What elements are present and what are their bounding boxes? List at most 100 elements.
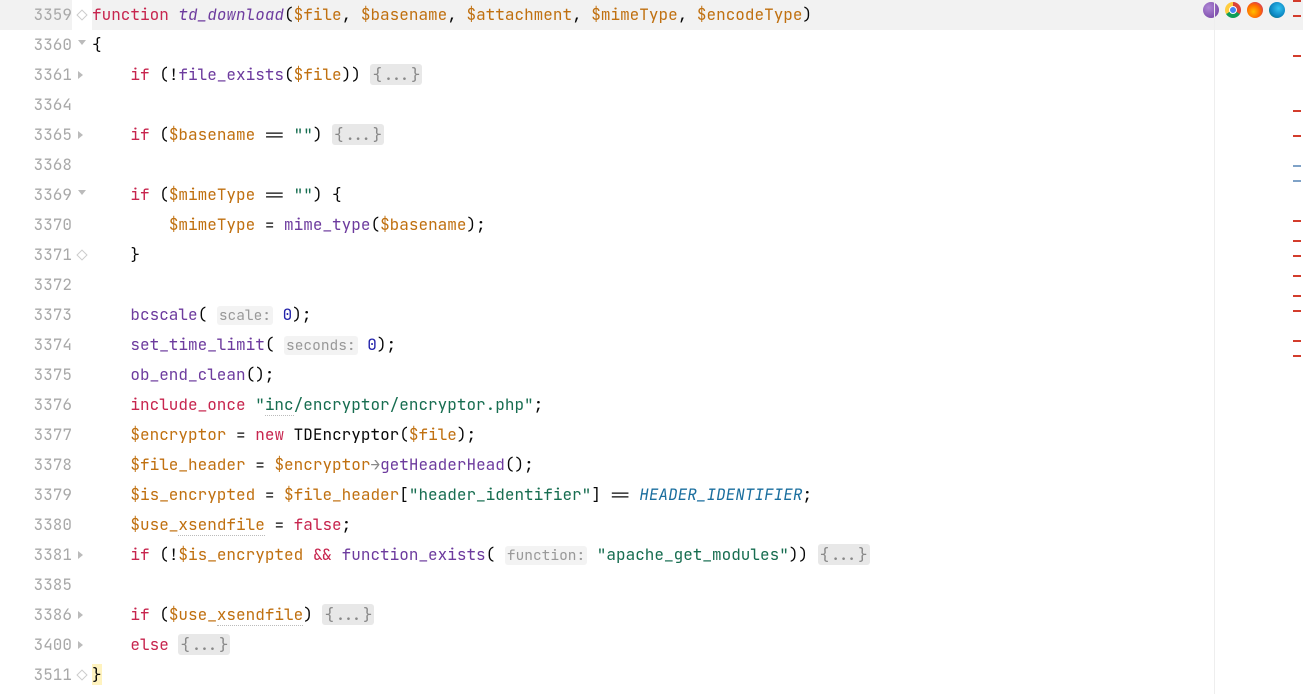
code-line[interactable]: } — [92, 660, 1303, 690]
string-literal: "apache_get_modules" — [597, 544, 789, 565]
fold-arrow-down-icon[interactable] — [78, 190, 86, 195]
stripe-marker[interactable] — [1293, 135, 1301, 137]
stripe-marker[interactable] — [1293, 55, 1301, 57]
code-line[interactable]: function td_download($file, $basename, $… — [92, 0, 1303, 30]
brace-close: } — [92, 664, 102, 685]
line-number: 3372 — [0, 270, 72, 300]
code-line[interactable]: set_time_limit( seconds: 0); — [92, 330, 1303, 360]
code-fold-placeholder[interactable]: {...} — [818, 544, 870, 565]
code-line[interactable]: { — [92, 30, 1303, 60]
arrow-icon: → — [370, 454, 380, 475]
function-call: set_time_limit — [130, 334, 264, 355]
stripe-marker[interactable] — [1293, 165, 1301, 167]
line-number: 3377 — [0, 420, 72, 450]
op-assign: = — [265, 484, 275, 505]
code-line[interactable]: bcscale( scale: 0); — [92, 300, 1303, 330]
code-line[interactable]: } — [92, 240, 1303, 270]
code-line[interactable]: $file_header = $encryptor→getHeaderHead(… — [92, 450, 1303, 480]
code-line[interactable]: if (!$is_encrypted && function_exists( f… — [92, 540, 1303, 570]
stripe-marker[interactable] — [1293, 275, 1301, 277]
line-number: 3400 — [0, 630, 72, 660]
code-fold-placeholder[interactable]: {...} — [370, 64, 422, 85]
code-editor[interactable]: 3359 3360 3361 3364 3365 3368 3369 3370 … — [0, 0, 1303, 694]
var-segment: xsendfile — [217, 604, 303, 626]
code-line[interactable]: ob_end_clean(); — [92, 360, 1303, 390]
ide-icon[interactable] — [1203, 2, 1219, 18]
stripe-marker[interactable] — [1293, 220, 1301, 222]
code-line-blank[interactable] — [92, 150, 1303, 180]
code-line[interactable]: if ($basename == "") {...} — [92, 120, 1303, 150]
stripe-marker[interactable] — [1293, 255, 1301, 257]
op-assign: = — [265, 214, 275, 235]
keyword-false: false — [294, 514, 342, 535]
fold-arrow-right-icon[interactable] — [78, 131, 83, 139]
error-stripe[interactable] — [1293, 0, 1303, 694]
stripe-marker[interactable] — [1293, 0, 1301, 2]
code-line[interactable]: include_once "inc/encryptor/encryptor.ph… — [92, 390, 1303, 420]
line-number: 3360 — [0, 30, 72, 60]
stripe-marker[interactable] — [1293, 340, 1301, 342]
variable: $file_header — [284, 484, 399, 505]
code-line[interactable]: $encryptor = new TDEncryptor($file); — [92, 420, 1303, 450]
variable: $file_header — [130, 454, 245, 475]
param: $basename — [361, 4, 447, 25]
line-number-gutter: 3359 3360 3361 3364 3365 3368 3369 3370 … — [0, 0, 80, 694]
stripe-marker[interactable] — [1293, 310, 1301, 312]
code-line[interactable]: if ($mimeType == "") { — [92, 180, 1303, 210]
right-margin-guide — [1214, 0, 1215, 694]
code-line[interactable]: else {...} — [92, 630, 1303, 660]
code-line[interactable]: $use_xsendfile = false; — [92, 510, 1303, 540]
code-area[interactable]: function td_download($file, $basename, $… — [92, 0, 1303, 694]
code-fold-placeholder[interactable]: {...} — [178, 634, 230, 655]
line-number: 3385 — [0, 570, 72, 600]
line-number: 3379 — [0, 480, 72, 510]
stripe-marker[interactable] — [1293, 240, 1301, 242]
code-line-blank[interactable] — [92, 90, 1303, 120]
variable: $file — [409, 424, 457, 445]
param: $encodeType — [697, 4, 803, 25]
variable: $use_xsendfile — [169, 604, 303, 626]
fold-arrow-right-icon[interactable] — [78, 641, 83, 649]
stripe-marker[interactable] — [1293, 110, 1301, 112]
fold-arrow-down-icon[interactable] — [78, 40, 86, 45]
code-line-blank[interactable] — [92, 690, 1303, 694]
stripe-marker[interactable] — [1293, 295, 1301, 297]
stripe-marker[interactable] — [1293, 180, 1301, 182]
inline-hint: function: — [505, 546, 587, 565]
constant: HEADER_IDENTIFIER — [639, 484, 802, 505]
stripe-marker[interactable] — [1293, 15, 1301, 17]
firefox-icon[interactable] — [1247, 2, 1263, 18]
fold-arrow-right-icon[interactable] — [78, 551, 83, 559]
class-name: TDEncryptor — [294, 424, 400, 445]
code-line[interactable]: $mimeType = mime_type($basename); — [92, 210, 1303, 240]
function-call: bcscale — [130, 304, 197, 325]
brace-close: } — [130, 244, 140, 265]
code-line-blank[interactable] — [92, 270, 1303, 300]
line-number: 3373 — [0, 300, 72, 330]
keyword-if: if — [130, 604, 149, 625]
variable: $file — [294, 64, 342, 85]
keyword-new: new — [255, 424, 284, 445]
function-call: file_exists — [178, 64, 284, 85]
keyword-else: else — [130, 634, 168, 655]
code-line-blank[interactable] — [92, 570, 1303, 600]
code-line[interactable]: $is_encrypted = $file_header["header_ide… — [92, 480, 1303, 510]
function-call: mime_type — [284, 214, 370, 235]
variable: $encryptor — [130, 424, 226, 445]
code-fold-placeholder[interactable]: {...} — [322, 604, 374, 625]
fold-arrow-right-icon[interactable] — [78, 611, 83, 619]
string-literal: "" — [294, 184, 313, 205]
code-fold-placeholder[interactable]: {...} — [332, 124, 384, 145]
line-number: 3378 — [0, 450, 72, 480]
code-line[interactable]: if ($use_xsendfile) {...} — [92, 600, 1303, 630]
number-literal: 0 — [283, 304, 293, 325]
code-line[interactable]: if (!file_exists($file)) {...} — [92, 60, 1303, 90]
chrome-icon[interactable] — [1225, 2, 1241, 18]
line-number: 3368 — [0, 150, 72, 180]
function-call: ob_end_clean — [130, 364, 245, 385]
edge-icon[interactable] — [1269, 2, 1285, 18]
param: $mimeType — [591, 4, 677, 25]
fold-arrow-right-icon[interactable] — [78, 71, 83, 79]
stripe-marker[interactable] — [1293, 355, 1301, 357]
keyword-function: function — [92, 4, 169, 25]
